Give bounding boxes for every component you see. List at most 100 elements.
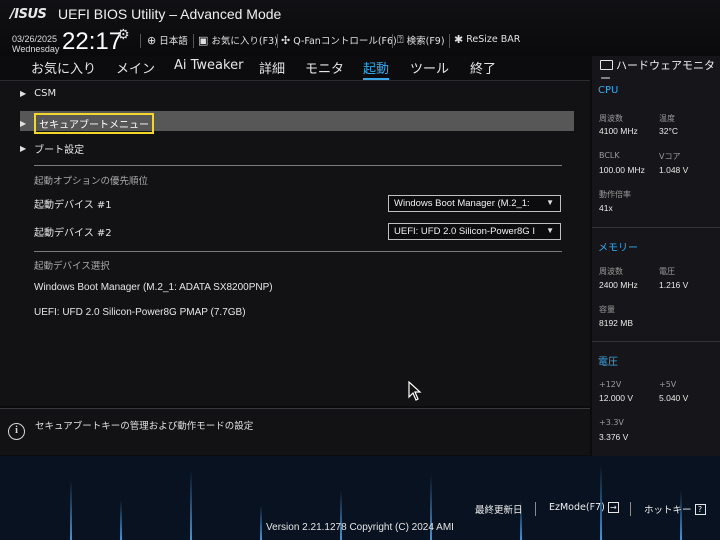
memory-capacity-label: 容量 — [599, 305, 615, 314]
tab-ai-tweaker[interactable]: Ai Tweaker — [174, 58, 243, 73]
memory-voltage-value: 1.216 V — [659, 280, 689, 290]
clock-settings-gear-icon[interactable]: ⚙ — [117, 27, 130, 43]
search-label: 検索(F9) — [406, 36, 445, 47]
secure-boot-label: セキュアブートメニュー — [34, 113, 154, 134]
tab-exit[interactable]: 終了 — [470, 58, 496, 77]
dropdown-caret-icon: ▼ — [546, 226, 554, 235]
hotkeys-button[interactable]: ホットキー ? — [644, 502, 706, 516]
footer-separator — [535, 502, 536, 516]
secure-boot-submenu[interactable]: ▶ セキュアブートメニュー — [20, 113, 154, 134]
hw-memory-section-title: メモリー — [598, 243, 638, 254]
cpu-ratio-label: 動作倍率 — [599, 190, 631, 199]
voltage-12v-label: +12V — [599, 380, 622, 389]
footer-light-ray — [120, 500, 122, 540]
header-separator — [449, 34, 450, 48]
hardware-monitor-title: ハードウェアモニター — [600, 59, 718, 85]
monitor-icon — [600, 60, 613, 70]
memory-voltage-label: 電圧 — [659, 267, 675, 276]
boot-device-1-value: Windows Boot Manager (M.2_1: — [394, 198, 530, 209]
day-display: Wednesday — [12, 44, 60, 54]
csm-submenu[interactable]: ▶ CSM — [20, 88, 56, 99]
cpu-ratio-value: 41x — [599, 203, 613, 213]
boot-device-2-label: 起動デバイス #2 — [34, 228, 112, 239]
cpu-frequency-label: 周波数 — [599, 114, 623, 123]
memory-frequency-value: 2400 MHz — [599, 280, 638, 290]
boot-device-2-value: UEFI: UFD 2.0 Silicon-Power8G I — [394, 226, 535, 237]
voltage-5v-label: +5V — [659, 380, 677, 389]
header-separator — [392, 34, 393, 48]
cpu-bclk-label: BCLK — [599, 151, 620, 160]
cpu-bclk-value: 100.00 MHz — [599, 165, 645, 175]
favorites-button[interactable]: ▣ お気に入り(F3) — [198, 33, 278, 48]
clock-display: 22:17 — [62, 28, 123, 55]
chevron-right-icon: ▶ — [20, 144, 27, 153]
fan-icon: ✣ — [281, 33, 291, 47]
asus-logo: /ISUS — [10, 7, 47, 22]
last-modified-button[interactable]: 最終更新日 — [475, 502, 523, 516]
help-description-bar: i セキュアブートキーの管理および動作モードの設定 — [0, 408, 590, 455]
voltage-3v3-label: +3.3V — [599, 418, 624, 427]
hw-section-divider — [592, 341, 720, 342]
ezmode-button[interactable]: EzMode(F7) → — [549, 502, 619, 513]
dropdown-caret-icon: ▼ — [546, 198, 554, 207]
cpu-temp-value: 32°C — [659, 126, 678, 136]
hw-voltage-section-title: 電圧 — [598, 357, 618, 368]
language-label: 日本語 — [159, 36, 188, 47]
header-separator — [193, 34, 194, 48]
tab-tool[interactable]: ツール — [410, 58, 449, 77]
search-help-icon: ⍰ — [397, 33, 404, 46]
favorites-label: お気に入り(F3) — [211, 36, 278, 47]
app-title: UEFI BIOS Utility – Advanced Mode — [58, 6, 282, 22]
resize-bar-label: ReSize BAR — [466, 34, 521, 45]
cpu-temp-label: 温度 — [659, 114, 675, 123]
chevron-right-icon: ▶ — [20, 119, 27, 128]
favorites-folder-icon: ▣ — [198, 33, 209, 47]
qfan-label: Q-Fanコントロール(F6) — [293, 36, 397, 47]
help-question-icon: ? — [694, 503, 706, 515]
qfan-control-button[interactable]: ✣ Q-Fanコントロール(F6) — [281, 33, 397, 48]
search-button[interactable]: ⍰ 検索(F9) — [397, 33, 445, 47]
memory-capacity-value: 8192 MB — [599, 318, 634, 328]
info-icon: i — [8, 423, 25, 440]
csm-label: CSM — [34, 88, 57, 99]
boot-device-1-label: 起動デバイス #1 — [34, 200, 112, 211]
memory-frequency-label: 周波数 — [599, 267, 623, 276]
resize-bar-icon: ✱ — [454, 33, 464, 46]
hotkeys-label: ホットキー — [644, 505, 692, 516]
footer-bar: 最終更新日 EzMode(F7) → ホットキー ? Version 2.21.… — [0, 456, 720, 540]
voltage-5v-value: 5.040 V — [659, 393, 689, 403]
voltage-3v3-value: 3.376 V — [599, 432, 629, 442]
exit-arrow-icon: → — [607, 502, 619, 513]
cpu-frequency-value: 4100 MHz — [599, 126, 638, 136]
footer-separator — [630, 502, 631, 516]
header-bar: /ISUS UEFI BIOS Utility – Advanced Mode … — [0, 0, 720, 56]
tab-main[interactable]: メイン — [116, 58, 155, 77]
boot-config-submenu[interactable]: ▶ ブート設定 — [20, 141, 84, 156]
main-menu-tabs: お気に入り メイン Ai Tweaker 詳細 モニタ 起動 ツール 終了 — [0, 56, 590, 80]
hardware-monitor-title-text: ハードウェアモニター — [600, 59, 715, 85]
language-button[interactable]: ⊕ 日本語 — [147, 33, 188, 48]
resize-bar-button[interactable]: ✱ ReSize BAR — [454, 33, 520, 46]
tab-boot[interactable]: 起動 — [363, 58, 390, 80]
hw-section-divider — [592, 227, 720, 228]
section-divider — [34, 251, 562, 252]
cpu-vcore-label: Vコア — [659, 152, 681, 161]
boot-device-2-select[interactable]: UEFI: UFD 2.0 Silicon-Power8G I ▼ — [388, 223, 561, 240]
hw-cpu-section-title: CPU — [598, 85, 619, 96]
header-separator — [277, 34, 278, 48]
mouse-cursor-icon — [408, 381, 422, 401]
boot-config-label: ブート設定 — [34, 145, 85, 156]
boot-device-1-select[interactable]: Windows Boot Manager (M.2_1: ▼ — [388, 195, 561, 212]
boot-override-item[interactable]: Windows Boot Manager (M.2_1: ADATA SX820… — [34, 282, 273, 293]
boot-override-item[interactable]: UEFI: UFD 2.0 Silicon-Power8G PMAP (7.7G… — [34, 307, 246, 318]
chevron-right-icon: ▶ — [20, 89, 27, 98]
voltage-12v-value: 12.000 V — [599, 393, 634, 403]
tab-monitor[interactable]: モニタ — [305, 58, 344, 77]
date-display: 03/26/2025 — [12, 34, 58, 44]
tab-favorites[interactable]: お気に入り — [31, 58, 96, 77]
globe-icon: ⊕ — [147, 33, 157, 47]
copyright-text: Version 2.21.1278 Copyright (C) 2024 AMI — [266, 522, 454, 533]
boot-override-section-label: 起動デバイス選択 — [34, 261, 110, 272]
help-text: セキュアブートキーの管理および動作モードの設定 — [35, 421, 254, 432]
tab-advanced[interactable]: 詳細 — [259, 58, 285, 77]
